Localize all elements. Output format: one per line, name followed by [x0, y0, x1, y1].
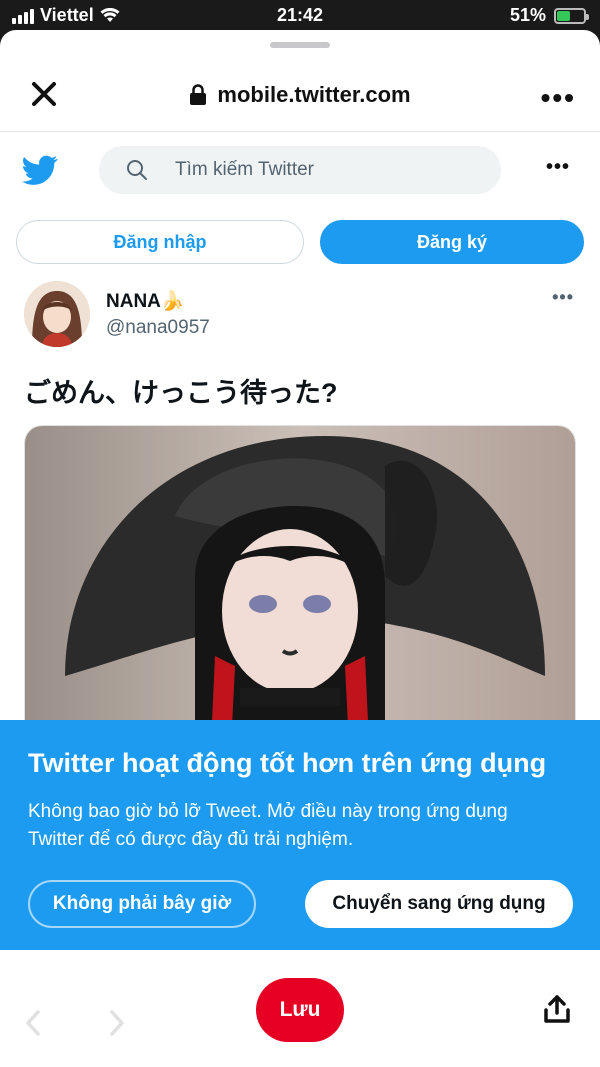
app-banner: Twitter hoạt động tốt hơn trên ứng dụng … — [0, 720, 600, 950]
tweet-more-icon[interactable]: ••• — [552, 287, 574, 308]
author-handle[interactable]: @nana0957 — [106, 317, 210, 339]
author-name[interactable]: NANA🍌 — [106, 289, 185, 313]
url-text: mobile.twitter.com — [217, 82, 411, 107]
signup-button[interactable]: Đăng ký — [320, 220, 584, 264]
avatar[interactable] — [24, 281, 90, 347]
not-now-button[interactable]: Không phải bây giờ — [28, 880, 256, 928]
twitter-bird-icon[interactable] — [22, 152, 58, 188]
browser-sheet: mobile.twitter.com ••• Tìm kiếm Twitter … — [0, 30, 600, 1067]
back-icon[interactable] — [22, 1008, 44, 1038]
search-input[interactable]: Tìm kiếm Twitter — [99, 146, 501, 194]
banner-description: Không bao giờ bỏ lỡ Tweet. Mở điều này t… — [28, 801, 508, 850]
search-icon — [127, 160, 147, 180]
forward-icon[interactable] — [106, 1008, 128, 1038]
browser-toolbar: mobile.twitter.com ••• — [0, 60, 600, 132]
bottom-toolbar: Lưu — [0, 950, 600, 1067]
sheet-grabber[interactable] — [270, 42, 330, 48]
browser-more-icon[interactable]: ••• — [541, 82, 576, 114]
open-app-button[interactable]: Chuyển sang ứng dụng — [305, 880, 573, 928]
login-button[interactable]: Đăng nhập — [16, 220, 304, 264]
lock-icon — [190, 84, 207, 105]
tweet-image[interactable] — [24, 425, 576, 765]
search-placeholder: Tìm kiếm Twitter — [175, 159, 314, 180]
status-bar: Viettel 21:42 51% — [0, 0, 600, 30]
save-button[interactable]: Lưu — [256, 978, 344, 1042]
twitter-more-icon[interactable]: ••• — [546, 156, 570, 179]
battery-icon — [554, 7, 589, 24]
share-icon[interactable] — [542, 994, 572, 1024]
battery-percent: 51% — [509, 5, 546, 25]
twitter-header: Tìm kiếm Twitter ••• — [0, 132, 600, 212]
url-bar[interactable]: mobile.twitter.com — [0, 82, 600, 108]
tweet-text: ごめん、けっこう待った? — [24, 378, 338, 408]
banner-title: Twitter hoạt động tốt hơn trên ứng dụng — [28, 748, 547, 778]
